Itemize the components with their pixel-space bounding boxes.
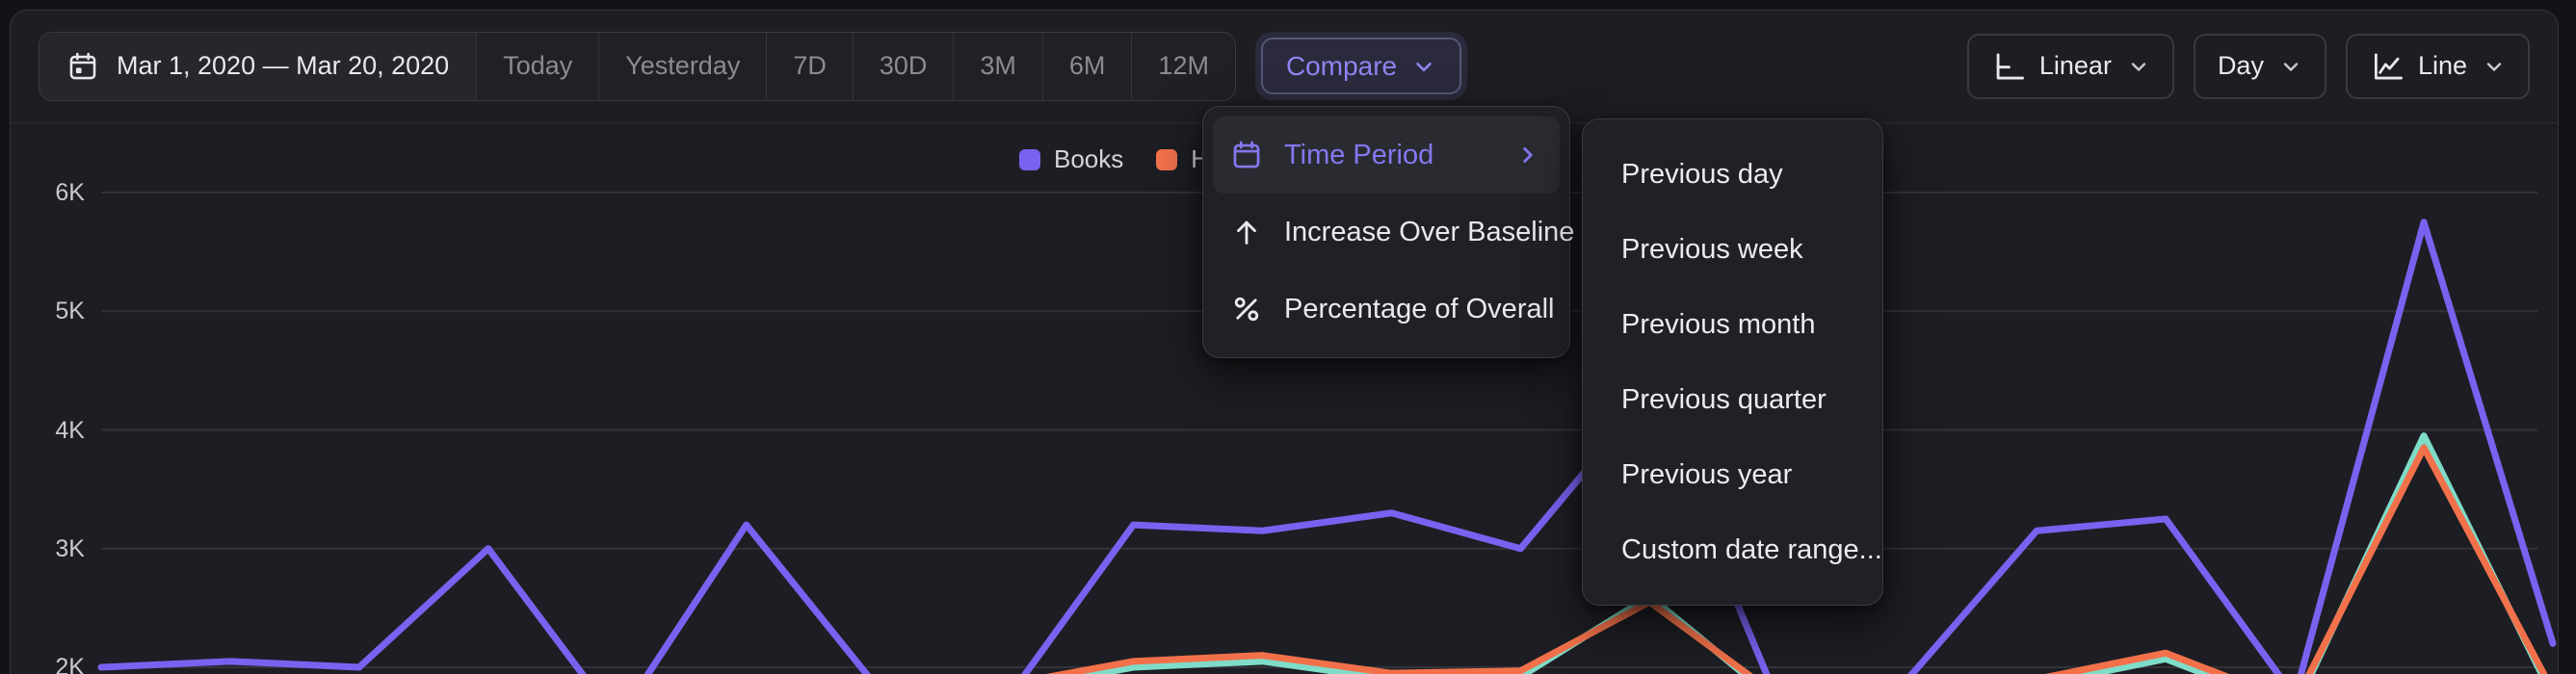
- series-line: [101, 436, 2553, 674]
- compare-menu: Time Period Increase Over Baseline Perce…: [1202, 106, 1570, 358]
- date-range-button[interactable]: Mar 1, 2020 — Mar 20, 2020: [39, 33, 476, 100]
- date-range-value: Mar 1, 2020 — Mar 20, 2020: [117, 51, 449, 81]
- date-preset-segmented-control: Mar 1, 2020 — Mar 20, 2020 Today Yesterd…: [39, 32, 1236, 101]
- submenu-item-previous-day[interactable]: Previous day: [1583, 137, 1882, 212]
- series-line: [101, 448, 2553, 674]
- legend-swatch: [1156, 149, 1177, 170]
- menu-item-increase-over-baseline[interactable]: Increase Over Baseline: [1213, 194, 1560, 271]
- preset-6m[interactable]: 6M: [1042, 33, 1132, 100]
- chart-type-select-label: Line: [2418, 51, 2467, 81]
- chevron-down-icon: [2127, 55, 2150, 78]
- y-axis-tick-label: 4K: [17, 417, 85, 445]
- submenu-item-previous-month[interactable]: Previous month: [1583, 287, 1882, 362]
- submenu-item-previous-quarter[interactable]: Previous quarter: [1583, 362, 1882, 437]
- granularity-select[interactable]: Day: [2194, 34, 2326, 99]
- arrow-up-icon: [1230, 216, 1263, 248]
- calendar-icon: [1230, 139, 1263, 171]
- line-chart-icon: [2370, 50, 2403, 83]
- menu-item-label: Percentage of Overall: [1284, 294, 1554, 325]
- preset-today[interactable]: Today: [476, 33, 598, 100]
- y-axis-tick-label: 6K: [17, 179, 85, 207]
- preset-7d[interactable]: 7D: [766, 33, 853, 100]
- menu-item-label: Increase Over Baseline: [1284, 217, 1574, 248]
- legend-item[interactable]: Books: [1019, 144, 1123, 174]
- chevron-right-icon: [1515, 143, 1540, 168]
- compare-button-label: Compare: [1286, 51, 1397, 82]
- legend-swatch: [1019, 149, 1040, 170]
- chart-legend: BooksHo: [1019, 144, 1223, 174]
- time-period-submenu: Previous day Previous week Previous mont…: [1582, 118, 1883, 606]
- chevron-down-icon: [2483, 55, 2506, 78]
- calendar-icon: [66, 50, 99, 83]
- toolbar-right-group: Linear Day Line: [1967, 34, 2530, 99]
- preset-12m[interactable]: 12M: [1131, 33, 1235, 100]
- compare-button[interactable]: Compare: [1261, 38, 1461, 94]
- preset-30d[interactable]: 30D: [853, 33, 954, 100]
- submenu-item-previous-week[interactable]: Previous week: [1583, 212, 1882, 287]
- submenu-item-custom-date-range[interactable]: Custom date range...: [1583, 512, 1882, 587]
- granularity-select-label: Day: [2218, 51, 2264, 81]
- scale-select-label: Linear: [2039, 51, 2112, 81]
- chevron-down-icon: [1411, 54, 1436, 79]
- linear-axis-icon: [1991, 50, 2024, 83]
- toolbar-left-group: Mar 1, 2020 — Mar 20, 2020 Today Yesterd…: [39, 32, 1467, 101]
- y-axis-tick-label: 2K: [17, 654, 85, 674]
- submenu-item-previous-year[interactable]: Previous year: [1583, 437, 1882, 512]
- menu-item-label: Time Period: [1284, 140, 1433, 171]
- chart-type-select[interactable]: Line: [2346, 34, 2530, 99]
- menu-item-percentage-of-overall[interactable]: Percentage of Overall: [1213, 271, 1560, 348]
- preset-3m[interactable]: 3M: [953, 33, 1042, 100]
- chevron-down-icon: [2279, 55, 2302, 78]
- compare-button-focus-ring: Compare: [1255, 32, 1467, 100]
- preset-yesterday[interactable]: Yesterday: [598, 33, 766, 100]
- y-axis-tick-label: 5K: [17, 298, 85, 325]
- scale-select[interactable]: Linear: [1967, 34, 2174, 99]
- menu-item-time-period[interactable]: Time Period: [1213, 117, 1560, 194]
- legend-label: Books: [1054, 144, 1123, 174]
- y-axis-tick-label: 3K: [17, 535, 85, 563]
- percent-icon: [1230, 293, 1263, 325]
